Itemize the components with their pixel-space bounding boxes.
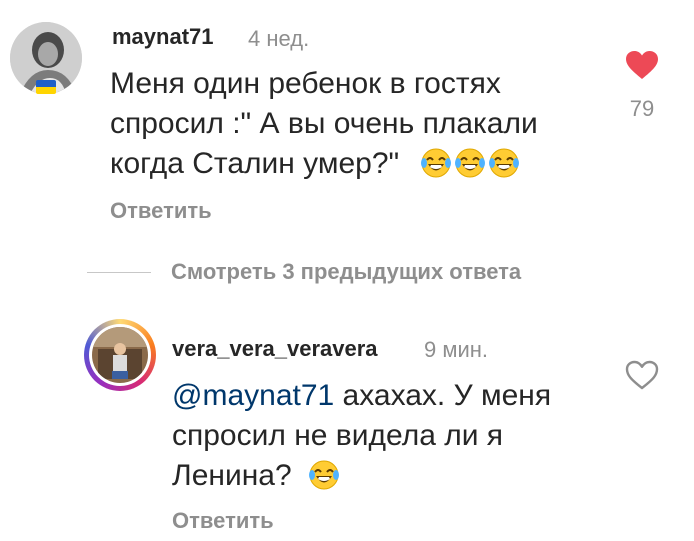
story-ring[interactable] bbox=[84, 319, 156, 391]
comment-line-text: когда Сталин умер?" bbox=[110, 147, 400, 180]
avatar bbox=[89, 324, 151, 386]
comment-time: 4 нед. bbox=[248, 26, 310, 51]
comment-line-text: Ленина? bbox=[172, 459, 292, 492]
comment-line: @maynat71 ахахах. У меня bbox=[172, 376, 551, 416]
comment-text: Меня один ребенок в гостях спросил :" А … bbox=[110, 64, 538, 184]
view-replies-label: Смотреть 3 предыдущих ответа bbox=[171, 259, 522, 284]
divider-line bbox=[87, 271, 151, 273]
laughing-tears-emoji bbox=[454, 148, 485, 178]
comment-line-text: ахахах. У меня bbox=[334, 379, 552, 412]
comment-line: спросил :" А вы очень плакали bbox=[110, 107, 538, 140]
comment-line: Меня один ребенок в гостях bbox=[110, 67, 501, 100]
comment-username[interactable]: vera_vera_veravera bbox=[172, 336, 378, 362]
comment-time: 9 мин. bbox=[424, 337, 489, 362]
mention-link[interactable]: @maynat71 bbox=[172, 379, 334, 412]
laughing-tears-emoji bbox=[488, 148, 519, 178]
comment-username[interactable]: maynat71 bbox=[112, 24, 214, 50]
comment-line: спросил не видела ли я bbox=[172, 419, 504, 452]
laughing-tears-emoji bbox=[308, 460, 339, 490]
comment-text: @maynat71 ахахах. У меня спросил не виде… bbox=[172, 376, 551, 496]
like-count: 79 bbox=[629, 96, 655, 121]
laughing-tears-emoji bbox=[420, 148, 451, 178]
reply-button[interactable]: Ответить bbox=[110, 198, 212, 224]
comment-line: когда Сталин умер?" bbox=[110, 144, 538, 184]
ukraine-flag-icon bbox=[36, 80, 56, 94]
reply-button[interactable]: Ответить bbox=[172, 508, 274, 534]
comment-line: Ленина? bbox=[172, 456, 551, 496]
view-previous-replies-button[interactable]: Смотреть 3 предыдущих ответа bbox=[87, 259, 521, 285]
heart-filled-icon[interactable] bbox=[625, 50, 659, 80]
avatar-photo-icon bbox=[92, 327, 148, 383]
heart-outline-icon[interactable] bbox=[625, 360, 659, 390]
